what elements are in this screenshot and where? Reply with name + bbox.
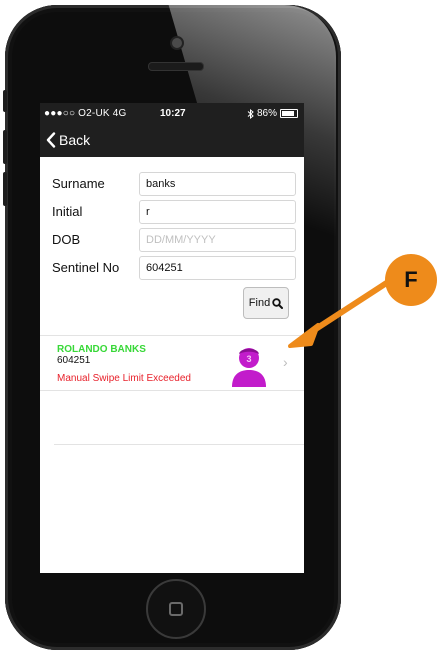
annotation-label: F xyxy=(404,267,418,292)
annotation-badge: F xyxy=(385,254,437,306)
annotation-arrow xyxy=(288,279,391,348)
